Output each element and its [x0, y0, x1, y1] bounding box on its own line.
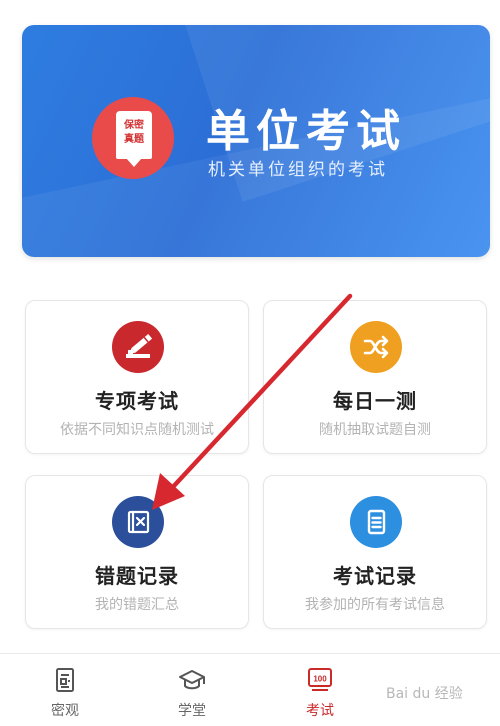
watermark: Bai du 经验: [386, 686, 463, 702]
badge-text: 保密 真题: [124, 120, 144, 145]
card-title: 考试记录: [333, 564, 417, 588]
tab-label: 密观: [51, 703, 79, 719]
svg-text:100: 100: [313, 675, 327, 684]
card-exam-records[interactable]: 考试记录 我参加的所有考试信息: [263, 475, 487, 629]
tab-xuetang[interactable]: 学堂: [142, 654, 242, 726]
card-title: 错题记录: [95, 564, 179, 588]
card-description: 我参加的所有考试信息: [305, 597, 445, 613]
card-special-exam[interactable]: 专项考试 依据不同知识点随机测试: [25, 300, 249, 454]
tab-kaoshi[interactable]: 100 考试: [270, 654, 370, 726]
exam-banner[interactable]: 保密 真题 单位考试 机关单位组织的考试: [22, 25, 490, 257]
shuffle-icon: [350, 321, 402, 373]
banner-title: 单位考试: [206, 106, 406, 157]
card-title: 专项考试: [95, 389, 179, 413]
graduation-cap-icon: [179, 670, 205, 690]
tab-miguan[interactable]: 密观: [15, 654, 115, 726]
banner-subtitle: 机关单位组织的考试: [208, 160, 388, 180]
document-icon: [56, 668, 74, 692]
wrong-book-icon: [112, 496, 164, 548]
card-daily-test[interactable]: 每日一测 随机抽取试题自测: [263, 300, 487, 454]
tab-label: 学堂: [178, 703, 206, 719]
document-icon: [350, 496, 402, 548]
tab-label: 考试: [306, 703, 334, 719]
confidential-questions-badge-icon: 保密 真题: [92, 97, 174, 179]
card-description: 随机抽取试题自测: [319, 422, 431, 438]
card-title: 每日一测: [333, 389, 417, 413]
card-description: 依据不同知识点随机测试: [60, 422, 214, 438]
card-wrong-questions[interactable]: 错题记录 我的错题汇总: [25, 475, 249, 629]
exam-100-icon: 100: [308, 668, 332, 691]
pencil-icon: [112, 321, 164, 373]
card-description: 我的错题汇总: [95, 597, 179, 613]
